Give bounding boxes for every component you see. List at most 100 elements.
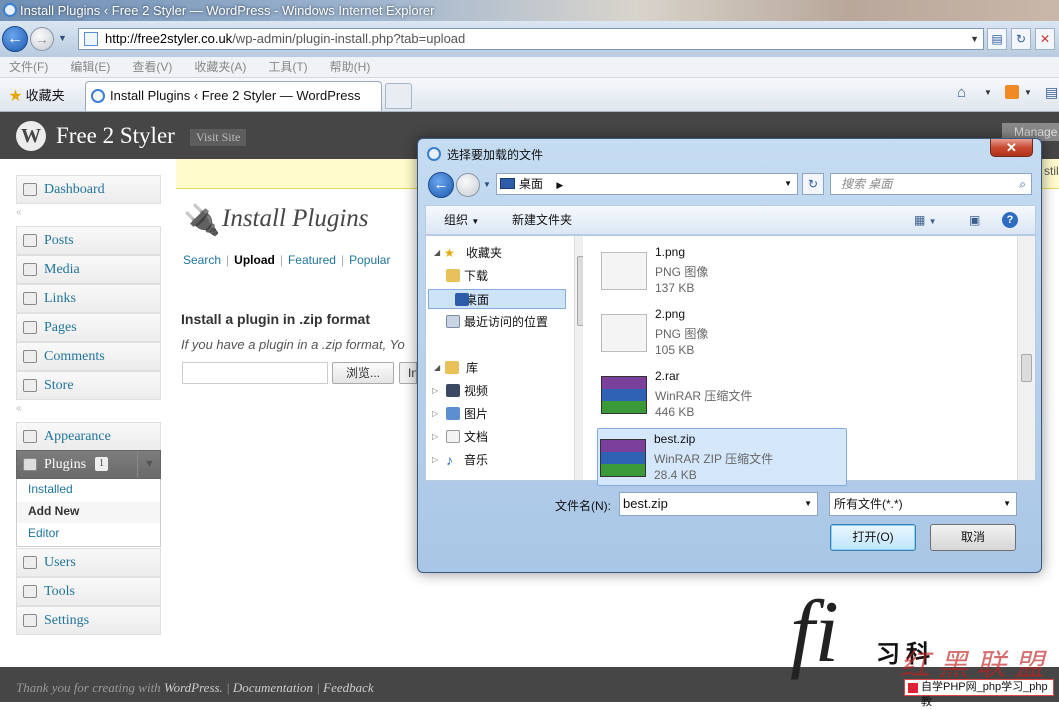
expand-arrow-icon[interactable]: ◢ bbox=[434, 243, 440, 263]
dialog-refresh-icon[interactable]: ↻ bbox=[802, 173, 824, 195]
view-options-icon[interactable]: ▦ ▼ bbox=[914, 206, 937, 236]
nav-videos[interactable]: ▷ 视频 bbox=[432, 381, 566, 401]
collapse-arrow-icon[interactable]: ▷ bbox=[432, 427, 438, 447]
menu-plugins[interactable]: Plugins 1 ▼ bbox=[16, 450, 161, 479]
rss-icon[interactable] bbox=[1005, 85, 1019, 99]
print-icon[interactable]: ▤ bbox=[1045, 84, 1058, 101]
dialog-back-button[interactable]: ← bbox=[428, 172, 454, 198]
menu-tools[interactable]: Tools bbox=[16, 577, 161, 606]
file-item[interactable]: 2.rar WinRAR 压缩文件 446 KB bbox=[599, 366, 845, 424]
dialog-path-bar[interactable]: 桌面 ▶ ▼ bbox=[496, 173, 798, 195]
new-folder-button[interactable]: 新建文件夹 bbox=[512, 206, 572, 234]
dialog-toolbar: 组织 ▼ 新建文件夹 ▦ ▼ ▣ ? bbox=[425, 205, 1036, 235]
home-dropdown-icon[interactable]: ▼ bbox=[984, 88, 992, 97]
menu-file[interactable]: 文件(F) bbox=[9, 60, 48, 74]
browser-tab-active[interactable]: Install Plugins ‹ Free 2 Styler — WordPr… bbox=[85, 81, 382, 111]
tab-popular[interactable]: Popular bbox=[349, 253, 390, 267]
plugin-file-input[interactable] bbox=[182, 362, 328, 384]
forward-button[interactable]: → bbox=[30, 27, 54, 51]
nav-music[interactable]: ▷ ♪ 音乐 bbox=[432, 450, 566, 470]
tab-featured[interactable]: Featured bbox=[288, 253, 336, 267]
wordpress-logo-icon: W bbox=[16, 121, 46, 151]
dialog-forward-button[interactable] bbox=[456, 173, 480, 197]
address-bar[interactable]: http://free2styler.co.uk/wp-admin/plugin… bbox=[78, 28, 984, 50]
plugins-toggle-icon[interactable]: ▼ bbox=[137, 451, 161, 478]
address-dropdown-icon[interactable]: ▼ bbox=[970, 29, 979, 49]
stop-icon[interactable]: ✕ bbox=[1035, 28, 1055, 50]
dialog-close-button[interactable]: ✕ bbox=[990, 139, 1033, 157]
tab-upload[interactable]: Upload bbox=[234, 253, 275, 267]
footer-documentation-link[interactable]: Documentation bbox=[233, 680, 313, 695]
site-name[interactable]: Free 2 Styler bbox=[56, 123, 175, 149]
nav-documents[interactable]: ▷ 文档 bbox=[432, 427, 566, 447]
footer-wordpress-link[interactable]: WordPress. bbox=[164, 680, 223, 695]
png-thumbnail-icon bbox=[601, 252, 647, 290]
collapse-arrow-icon[interactable]: ▷ bbox=[432, 381, 438, 401]
nav-pictures[interactable]: ▷ 图片 bbox=[432, 404, 566, 424]
menu-favorites[interactable]: 收藏夹(A) bbox=[194, 60, 246, 74]
favorites-button[interactable]: ★ 收藏夹 bbox=[9, 85, 65, 104]
menu-settings[interactable]: Settings bbox=[16, 606, 161, 635]
nav-downloads[interactable]: 下载 bbox=[438, 266, 566, 286]
file-list-scrollbar[interactable] bbox=[1017, 236, 1035, 480]
videos-icon bbox=[446, 384, 460, 397]
submenu-installed[interactable]: Installed bbox=[28, 482, 73, 496]
menu-media[interactable]: Media bbox=[16, 255, 161, 284]
filename-input[interactable]: best.zip ▼ bbox=[619, 492, 818, 516]
new-tab-button[interactable] bbox=[385, 83, 412, 109]
dialog-history-dropdown-icon[interactable]: ▼ bbox=[483, 180, 491, 189]
filetype-dropdown-icon[interactable]: ▼ bbox=[1003, 493, 1011, 515]
dialog-search-input[interactable]: 搜索 桌面 ⌕ bbox=[830, 173, 1032, 195]
menu-links-label: Links bbox=[44, 291, 76, 306]
menu-links[interactable]: Links bbox=[16, 284, 161, 313]
install-now-button[interactable]: In bbox=[399, 362, 417, 384]
open-button[interactable]: 打开(O) bbox=[830, 524, 916, 551]
nav-library[interactable]: ◢ 库 bbox=[426, 358, 554, 378]
file-scroll-thumb[interactable] bbox=[1021, 354, 1032, 382]
submenu-add-new[interactable]: Add New bbox=[28, 504, 79, 518]
file-item-selected[interactable]: best.zip WinRAR ZIP 压缩文件 28.4 KB bbox=[597, 428, 847, 486]
favorites-label: 收藏夹 bbox=[25, 88, 65, 103]
file-item[interactable]: 2.png PNG 图像 105 KB bbox=[599, 304, 845, 362]
file-name: best.zip bbox=[654, 432, 696, 446]
menu-users[interactable]: Users bbox=[16, 548, 161, 577]
filename-dropdown-icon[interactable]: ▼ bbox=[804, 493, 812, 515]
organize-button[interactable]: 组织 ▼ bbox=[444, 206, 479, 236]
refresh-icon[interactable]: ↻ bbox=[1011, 28, 1031, 50]
expand-arrow-icon[interactable]: ◢ bbox=[434, 358, 440, 378]
tab-search[interactable]: Search bbox=[183, 253, 221, 267]
nav-documents-label: 文档 bbox=[464, 430, 489, 444]
search-icon[interactable]: ⌕ bbox=[1019, 174, 1026, 194]
visit-site-button[interactable]: Visit Site bbox=[190, 129, 247, 146]
file-item[interactable]: 1.png PNG 图像 137 KB bbox=[599, 242, 845, 300]
path-dropdown-icon[interactable]: ▼ bbox=[784, 174, 792, 194]
history-dropdown-icon[interactable]: ▼ bbox=[58, 33, 67, 43]
nav-recent[interactable]: 最近访问的位置 bbox=[438, 312, 566, 332]
rss-dropdown-icon[interactable]: ▼ bbox=[1024, 88, 1032, 97]
menu-store[interactable]: Store bbox=[16, 371, 161, 400]
collapse-arrow-icon[interactable]: ▷ bbox=[432, 404, 438, 424]
menu-tools[interactable]: 工具(T) bbox=[268, 60, 307, 74]
preview-pane-icon[interactable]: ▣ bbox=[969, 206, 980, 234]
back-button[interactable]: ← bbox=[2, 26, 28, 52]
path-chevron-icon[interactable]: ▶ bbox=[556, 180, 563, 190]
compat-view-icon[interactable]: ▤ bbox=[987, 28, 1007, 50]
menu-edit[interactable]: 编辑(E) bbox=[70, 60, 110, 74]
menu-help[interactable]: 帮助(H) bbox=[330, 60, 371, 74]
menu-dashboard[interactable]: Dashboard bbox=[16, 175, 161, 204]
menu-view[interactable]: 查看(V) bbox=[132, 60, 172, 74]
menu-comments[interactable]: Comments bbox=[16, 342, 161, 371]
collapse-arrow-icon[interactable]: ▷ bbox=[432, 450, 438, 470]
browse-button[interactable]: 浏览... bbox=[332, 362, 394, 384]
home-icon[interactable]: ⌂ bbox=[957, 84, 966, 101]
help-icon[interactable]: ? bbox=[1002, 212, 1018, 228]
nav-desktop[interactable]: 桌面 bbox=[428, 289, 566, 309]
menu-pages[interactable]: Pages bbox=[16, 313, 161, 342]
filetype-select[interactable]: 所有文件(*.*) ▼ bbox=[829, 492, 1017, 516]
submenu-editor[interactable]: Editor bbox=[28, 526, 59, 540]
nav-favorites[interactable]: ◢ ★ 收藏夹 bbox=[426, 243, 554, 263]
menu-appearance[interactable]: Appearance bbox=[16, 422, 161, 451]
cancel-button[interactable]: 取消 bbox=[930, 524, 1016, 551]
menu-posts[interactable]: Posts bbox=[16, 226, 161, 255]
footer-feedback-link[interactable]: Feedback bbox=[323, 680, 374, 695]
